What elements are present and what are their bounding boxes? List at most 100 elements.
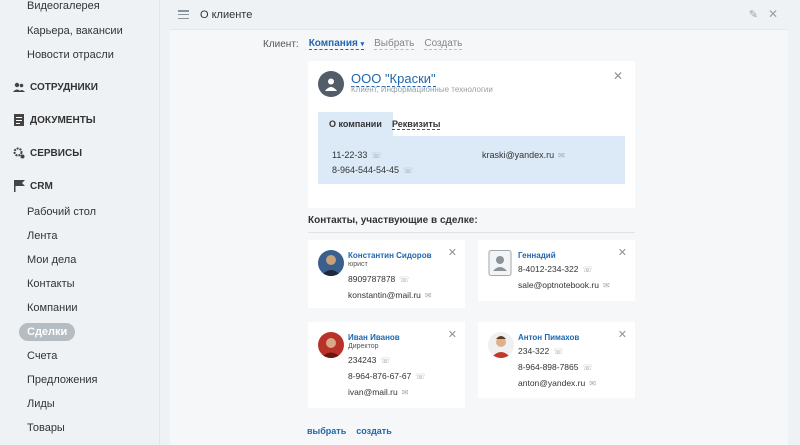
contact-card: Константин Сидоров юрист ✕ 8909787878 ☏ k… <box>308 240 465 308</box>
client-selector: Клиент: Компания ▾ Выбрать Создать <box>263 38 463 50</box>
client-type-value: Компания <box>308 38 358 49</box>
contact-email[interactable]: anton@yandex.ru ✉ <box>518 378 596 388</box>
sidebar-item-products[interactable]: Товары <box>27 422 65 434</box>
sidebar-item-careers[interactable]: Карьера, вакансии <box>27 25 123 37</box>
pencil-icon[interactable]: ✎ <box>749 8 758 21</box>
sidebar-item-contacts[interactable]: Контакты <box>27 278 75 290</box>
contact-email[interactable]: sale@optnotebook.ru ✉ <box>518 280 610 290</box>
panel-titlebar: О клиенте ✎ ✕ <box>170 0 788 30</box>
sidebar-item-quotes[interactable]: Предложения <box>27 374 98 386</box>
choose-contact-link[interactable]: выбрать <box>307 426 346 436</box>
sidebar-section-documents[interactable]: ДОКУМЕНТЫ <box>13 114 96 126</box>
contact-avatar <box>488 332 514 358</box>
phone-icon: ☏ <box>380 355 391 365</box>
phone-icon: ☏ <box>403 165 414 175</box>
contact-phone[interactable]: 8-4012-234-322 ☏ <box>518 264 593 274</box>
mail-icon: ✉ <box>424 290 432 300</box>
sidebar-item-desktop[interactable]: Рабочий стол <box>27 206 96 218</box>
phone-icon: ☏ <box>582 264 593 274</box>
contact-name-link[interactable]: Иван Иванов <box>348 333 400 342</box>
contact-actions: выбрать создать <box>307 426 392 436</box>
sidebar-item-video[interactable]: Видеогалерея <box>27 0 100 12</box>
gears-icon <box>13 147 25 159</box>
flag-icon <box>13 180 25 192</box>
contact-phone[interactable]: 234-322 ☏ <box>518 346 563 356</box>
choose-client-link[interactable]: Выбрать <box>374 38 415 50</box>
sidebar-item-news[interactable]: Новости отрасли <box>27 49 114 61</box>
contacts-section-title: Контакты, участвующие в сделке: <box>308 215 478 226</box>
phone-value: 8909787878 <box>348 274 396 284</box>
client-type-dropdown[interactable]: Компания ▾ <box>308 38 365 50</box>
contact-role: Директор <box>348 343 379 350</box>
phone-value: 8-4012-234-322 <box>518 264 579 274</box>
sidebar-item-feed[interactable]: Лента <box>27 230 57 242</box>
close-icon[interactable]: ✕ <box>618 246 627 259</box>
sidebar-item-deals[interactable]: Сделки <box>19 323 76 341</box>
email-value: ivan@mail.ru <box>348 387 398 397</box>
company-card: ООО "Краски" Клиент, Информационные техн… <box>308 61 635 208</box>
panel-title: О клиенте <box>200 9 253 21</box>
sidebar-section-services[interactable]: СЕРВИСЫ <box>13 147 82 159</box>
email-value: anton@yandex.ru <box>518 378 586 388</box>
document-icon <box>13 114 25 126</box>
email-value: konstantin@mail.ru <box>348 290 421 300</box>
phone-icon: ☏ <box>399 274 410 284</box>
phone-value: 11-22-33 <box>332 150 368 160</box>
contact-email[interactable]: konstantin@mail.ru ✉ <box>348 290 432 300</box>
contact-name-link[interactable]: Антон Пимахов <box>518 333 579 342</box>
contact-name-link[interactable]: Геннадий <box>518 251 556 260</box>
contact-phone[interactable]: 8909787878 ☏ <box>348 274 409 284</box>
close-icon[interactable]: ✕ <box>448 246 457 259</box>
email-value: sale@optnotebook.ru <box>518 280 599 290</box>
contact-card: Иван Иванов Директор ✕ 234243 ☏ 8-964-876… <box>308 322 465 408</box>
menu-icon[interactable] <box>178 10 189 19</box>
phone-icon: ☏ <box>553 346 564 356</box>
phone-icon: ☏ <box>582 362 593 372</box>
sidebar-section-employees[interactable]: СОТРУДНИКИ <box>13 81 98 93</box>
contact-card: Геннадий ✕ 8-4012-234-322 ☏ sale@optnoteb… <box>478 240 635 301</box>
contact-phone[interactable]: 8-964-898-7865 ☏ <box>518 362 593 372</box>
company-phone[interactable]: 8-964-544-54-45 ☏ <box>332 165 413 175</box>
mail-icon: ✉ <box>589 378 596 388</box>
sidebar-item-companies[interactable]: Компании <box>27 302 78 314</box>
company-email[interactable]: kraski@yandex.ru ✉ <box>482 150 565 160</box>
sidebar-section-crm[interactable]: CRM <box>13 180 53 192</box>
mail-icon: ✉ <box>602 280 610 290</box>
main-panel: О клиенте ✎ ✕ Клиент: Компания ▾ Выбрать… <box>170 0 788 445</box>
contact-card: Антон Пимахов ✕ 234-322 ☏ 8-964-898-7865 ☏… <box>478 322 635 398</box>
contact-avatar <box>318 332 344 358</box>
contact-phone[interactable]: 8-964-876-67-67 ☏ <box>348 371 425 381</box>
contact-role: юрист <box>348 261 368 268</box>
phone-value: 8-964-544-54-45 <box>332 165 400 175</box>
contact-phone[interactable]: 234243 ☏ <box>348 355 390 365</box>
client-label: Клиент: <box>263 38 299 50</box>
contact-avatar <box>488 250 514 276</box>
sidebar-item-leads[interactable]: Лиды <box>27 398 55 410</box>
contact-email[interactable]: ivan@mail.ru ✉ <box>348 387 408 397</box>
close-icon[interactable]: ✕ <box>448 328 457 341</box>
tab-label: Реквизиты <box>392 119 441 130</box>
phone-icon: ☏ <box>415 371 426 381</box>
company-phone[interactable]: 11-22-33 ☏ <box>332 150 381 160</box>
sidebar: Видеогалерея Карьера, вакансии Новости о… <box>0 0 160 445</box>
company-tab-panel: 11-22-33 ☏ 8-964-544-54-45 ☏ kraski@yandex… <box>318 136 625 184</box>
sidebar-item-my-tasks[interactable]: Мои дела <box>27 254 76 266</box>
sidebar-section-label: ДОКУМЕНТЫ <box>30 114 96 126</box>
tab-requisites[interactable]: Реквизиты <box>381 112 451 136</box>
close-icon[interactable]: ✕ <box>618 328 627 341</box>
create-contact-link[interactable]: создать <box>356 426 392 436</box>
sidebar-section-label: CRM <box>30 180 53 192</box>
contact-name-link[interactable]: Константин Сидоров <box>348 251 432 260</box>
chevron-down-icon: ▾ <box>360 41 365 48</box>
close-icon[interactable]: ✕ <box>613 69 623 83</box>
phone-value: 8-964-876-67-67 <box>348 371 412 381</box>
create-client-link[interactable]: Создать <box>424 38 463 50</box>
sidebar-section-label: СОТРУДНИКИ <box>30 81 98 93</box>
phone-value: 8-964-898-7865 <box>518 362 579 372</box>
company-subtitle: Клиент, Информационные технологии <box>351 85 493 94</box>
contact-avatar <box>318 250 344 276</box>
people-icon <box>13 81 25 93</box>
sidebar-item-invoices[interactable]: Счета <box>27 350 57 362</box>
close-icon[interactable]: ✕ <box>768 7 778 21</box>
section-divider <box>308 232 635 233</box>
